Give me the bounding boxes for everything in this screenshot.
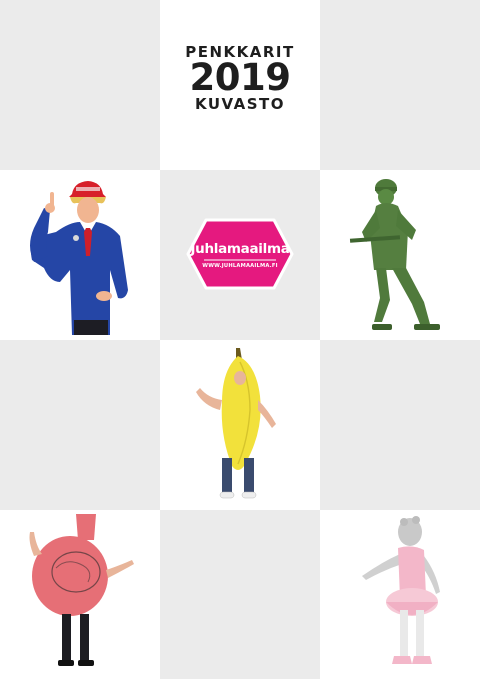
title-tile: PENKKARIT 2019 KUVASTO bbox=[160, 0, 320, 170]
tile-president-costume bbox=[0, 170, 160, 340]
logo-url: WWW.JUHLAMAAILMA.FI bbox=[202, 263, 278, 269]
tile-whoopee-cushion-costume bbox=[0, 510, 160, 679]
toy-soldier-costume-image bbox=[349, 179, 440, 330]
title-bottom: KUVASTO bbox=[194, 95, 286, 113]
logo-brand-name: Juhlamaailma bbox=[190, 241, 290, 257]
whoopee-cushion-costume-image bbox=[29, 514, 134, 666]
tile-empty bbox=[320, 340, 480, 510]
tile-toy-soldier-costume bbox=[320, 170, 480, 340]
logo-tile: Juhlamaailma WWW.JUHLAMAAILMA.FI bbox=[160, 170, 320, 340]
catalog-cover-grid: PENKKARIT 2019 KUVASTO Juhlamaailma WWW.… bbox=[0, 0, 480, 679]
tile-banana-costume bbox=[160, 340, 320, 510]
tile-empty bbox=[320, 0, 480, 170]
banana-costume-image bbox=[196, 348, 276, 499]
ballerina-hippo-costume-image bbox=[362, 516, 440, 664]
tile-empty bbox=[160, 510, 320, 679]
president-costume-image bbox=[30, 181, 128, 335]
title-year: 2019 bbox=[189, 56, 291, 99]
brand-logo[interactable]: Juhlamaailma WWW.JUHLAMAAILMA.FI bbox=[186, 214, 294, 294]
catalog-title: PENKKARIT 2019 KUVASTO bbox=[160, 44, 320, 112]
tile-empty bbox=[0, 340, 160, 510]
tile-empty bbox=[0, 0, 160, 170]
tile-ballerina-hippo-costume bbox=[320, 510, 480, 679]
